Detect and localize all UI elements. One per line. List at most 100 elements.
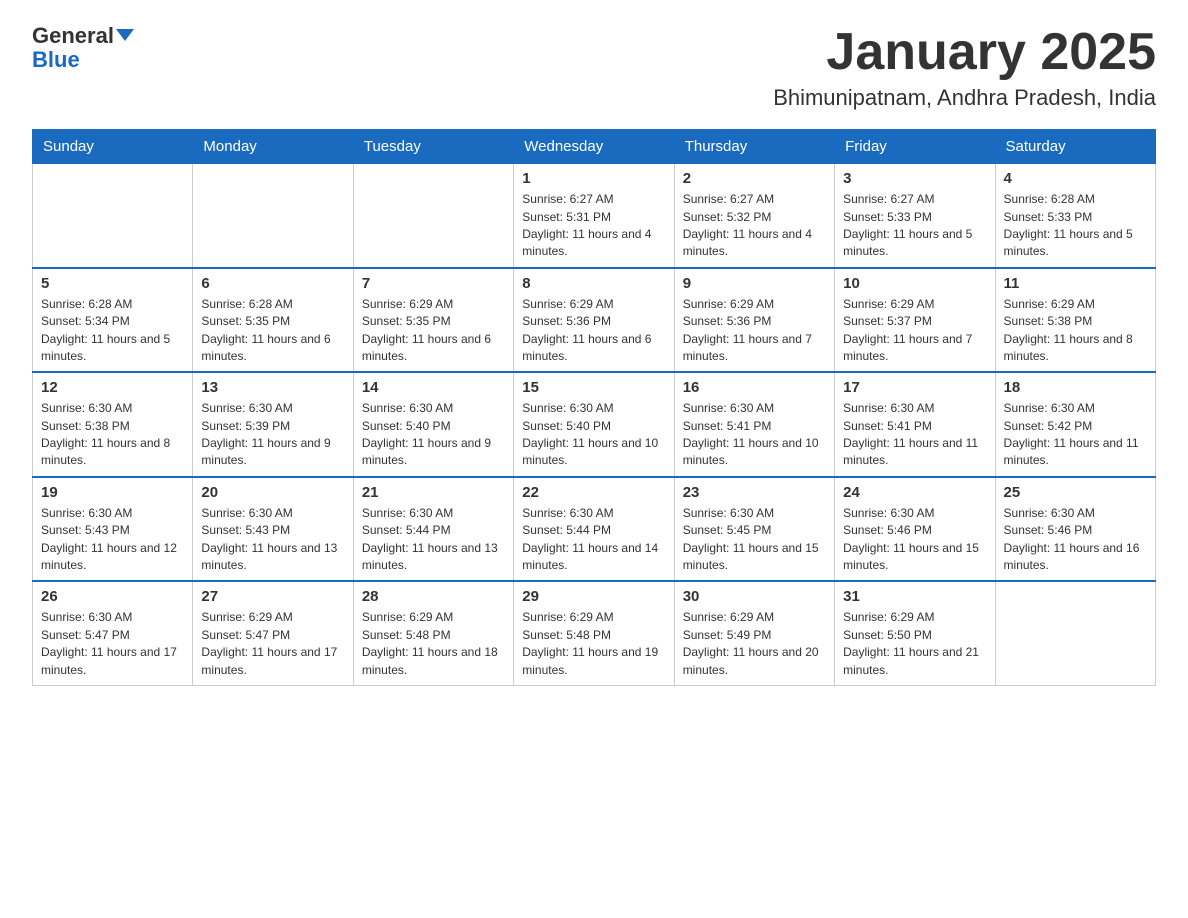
month-title: January 2025 xyxy=(773,24,1156,81)
calendar-cell: 5 Sunrise: 6:28 AM Sunset: 5:34 PM Daylig… xyxy=(33,268,193,373)
calendar-cell: 10Sunrise: 6:29 AM Sunset: 5:37 PM Dayli… xyxy=(835,268,995,373)
day-info: Sunrise: 6:28 AM Sunset: 5:34 PM Dayligh… xyxy=(41,296,184,366)
calendar-header-sunday: Sunday xyxy=(33,130,193,164)
day-number: 22 xyxy=(522,484,665,501)
calendar-cell: 9 Sunrise: 6:29 AM Sunset: 5:36 PM Daylig… xyxy=(674,268,834,373)
day-info: Sunrise: 6:30 AM Sunset: 5:42 PM Dayligh… xyxy=(1004,400,1147,470)
day-info: Sunrise: 6:27 AM Sunset: 5:32 PM Dayligh… xyxy=(683,191,826,261)
day-number: 11 xyxy=(1004,275,1147,292)
day-info: Sunrise: 6:29 AM Sunset: 5:48 PM Dayligh… xyxy=(522,609,665,679)
day-number: 19 xyxy=(41,484,184,501)
calendar-cell: 31Sunrise: 6:29 AM Sunset: 5:50 PM Dayli… xyxy=(835,581,995,685)
calendar-cell: 12Sunrise: 6:30 AM Sunset: 5:38 PM Dayli… xyxy=(33,372,193,477)
calendar-header-monday: Monday xyxy=(193,130,353,164)
logo-text-line1: General xyxy=(32,24,134,48)
day-info: Sunrise: 6:30 AM Sunset: 5:40 PM Dayligh… xyxy=(522,400,665,470)
calendar-header-friday: Friday xyxy=(835,130,995,164)
calendar-cell: 16 Sunrise: 6:30 AM Sunset: 5:41 PM Dayli… xyxy=(674,372,834,477)
day-number: 29 xyxy=(522,588,665,605)
day-info: Sunrise: 6:30 AM Sunset: 5:44 PM Dayligh… xyxy=(362,505,505,575)
page-header: General Blue January 2025 Bhimunipatnam,… xyxy=(32,24,1156,111)
calendar-cell xyxy=(33,164,193,268)
day-number: 30 xyxy=(683,588,826,605)
day-info: Sunrise: 6:29 AM Sunset: 5:48 PM Dayligh… xyxy=(362,609,505,679)
day-number: 7 xyxy=(362,275,505,292)
day-number: 4 xyxy=(1004,170,1147,187)
day-number: 18 xyxy=(1004,379,1147,396)
day-info: Sunrise: 6:30 AM Sunset: 5:46 PM Dayligh… xyxy=(843,505,986,575)
calendar-cell: 15 Sunrise: 6:30 AM Sunset: 5:40 PM Dayli… xyxy=(514,372,674,477)
calendar-cell: 21Sunrise: 6:30 AM Sunset: 5:44 PM Dayli… xyxy=(353,477,513,582)
calendar-cell: 26 Sunrise: 6:30 AM Sunset: 5:47 PM Dayli… xyxy=(33,581,193,685)
day-number: 31 xyxy=(843,588,986,605)
logo-arrow-icon xyxy=(116,29,134,41)
calendar-table: SundayMondayTuesdayWednesdayThursdayFrid… xyxy=(32,129,1156,686)
calendar-cell: 25 Sunrise: 6:30 AM Sunset: 5:46 PM Dayli… xyxy=(995,477,1155,582)
calendar-cell: 18 Sunrise: 6:30 AM Sunset: 5:42 PM Dayli… xyxy=(995,372,1155,477)
day-number: 6 xyxy=(201,275,344,292)
calendar-cell: 11 Sunrise: 6:29 AM Sunset: 5:38 PM Dayli… xyxy=(995,268,1155,373)
day-number: 16 xyxy=(683,379,826,396)
day-info: Sunrise: 6:29 AM Sunset: 5:38 PM Dayligh… xyxy=(1004,296,1147,366)
logo-text-line2: Blue xyxy=(32,48,80,72)
day-number: 25 xyxy=(1004,484,1147,501)
day-info: Sunrise: 6:29 AM Sunset: 5:49 PM Dayligh… xyxy=(683,609,826,679)
calendar-cell: 8Sunrise: 6:29 AM Sunset: 5:36 PM Daylig… xyxy=(514,268,674,373)
calendar-cell: 7 Sunrise: 6:29 AM Sunset: 5:35 PM Daylig… xyxy=(353,268,513,373)
day-info: Sunrise: 6:30 AM Sunset: 5:46 PM Dayligh… xyxy=(1004,505,1147,575)
day-info: Sunrise: 6:30 AM Sunset: 5:41 PM Dayligh… xyxy=(843,400,986,470)
day-info: Sunrise: 6:27 AM Sunset: 5:33 PM Dayligh… xyxy=(843,191,986,261)
day-number: 26 xyxy=(41,588,184,605)
day-info: Sunrise: 6:30 AM Sunset: 5:47 PM Dayligh… xyxy=(41,609,184,679)
calendar-cell: 17 Sunrise: 6:30 AM Sunset: 5:41 PM Dayli… xyxy=(835,372,995,477)
day-info: Sunrise: 6:30 AM Sunset: 5:43 PM Dayligh… xyxy=(201,505,344,575)
day-number: 27 xyxy=(201,588,344,605)
day-info: Sunrise: 6:29 AM Sunset: 5:37 PM Dayligh… xyxy=(843,296,986,366)
day-number: 24 xyxy=(843,484,986,501)
day-number: 3 xyxy=(843,170,986,187)
day-number: 17 xyxy=(843,379,986,396)
day-number: 14 xyxy=(362,379,505,396)
calendar-week-row: 5 Sunrise: 6:28 AM Sunset: 5:34 PM Daylig… xyxy=(33,268,1156,373)
calendar-cell: 28 Sunrise: 6:29 AM Sunset: 5:48 PM Dayli… xyxy=(353,581,513,685)
calendar-header-wednesday: Wednesday xyxy=(514,130,674,164)
calendar-cell xyxy=(193,164,353,268)
day-number: 15 xyxy=(522,379,665,396)
calendar-cell: 27 Sunrise: 6:29 AM Sunset: 5:47 PM Dayli… xyxy=(193,581,353,685)
calendar-cell: 14 Sunrise: 6:30 AM Sunset: 5:40 PM Dayli… xyxy=(353,372,513,477)
day-info: Sunrise: 6:30 AM Sunset: 5:45 PM Dayligh… xyxy=(683,505,826,575)
day-info: Sunrise: 6:30 AM Sunset: 5:41 PM Dayligh… xyxy=(683,400,826,470)
calendar-cell: 20 Sunrise: 6:30 AM Sunset: 5:43 PM Dayli… xyxy=(193,477,353,582)
day-number: 12 xyxy=(41,379,184,396)
calendar-cell: 3 Sunrise: 6:27 AM Sunset: 5:33 PM Daylig… xyxy=(835,164,995,268)
day-info: Sunrise: 6:30 AM Sunset: 5:40 PM Dayligh… xyxy=(362,400,505,470)
day-info: Sunrise: 6:30 AM Sunset: 5:39 PM Dayligh… xyxy=(201,400,344,470)
day-info: Sunrise: 6:28 AM Sunset: 5:35 PM Dayligh… xyxy=(201,296,344,366)
calendar-cell: 13Sunrise: 6:30 AM Sunset: 5:39 PM Dayli… xyxy=(193,372,353,477)
day-info: Sunrise: 6:30 AM Sunset: 5:43 PM Dayligh… xyxy=(41,505,184,575)
calendar-cell: 2Sunrise: 6:27 AM Sunset: 5:32 PM Daylig… xyxy=(674,164,834,268)
day-info: Sunrise: 6:29 AM Sunset: 5:36 PM Dayligh… xyxy=(683,296,826,366)
day-info: Sunrise: 6:27 AM Sunset: 5:31 PM Dayligh… xyxy=(522,191,665,261)
calendar-cell: 24 Sunrise: 6:30 AM Sunset: 5:46 PM Dayli… xyxy=(835,477,995,582)
day-number: 20 xyxy=(201,484,344,501)
calendar-cell: 29 Sunrise: 6:29 AM Sunset: 5:48 PM Dayli… xyxy=(514,581,674,685)
calendar-cell: 22Sunrise: 6:30 AM Sunset: 5:44 PM Dayli… xyxy=(514,477,674,582)
logo: General Blue xyxy=(32,24,134,72)
calendar-cell: 19 Sunrise: 6:30 AM Sunset: 5:43 PM Dayli… xyxy=(33,477,193,582)
calendar-week-row: 26 Sunrise: 6:30 AM Sunset: 5:47 PM Dayli… xyxy=(33,581,1156,685)
calendar-cell xyxy=(995,581,1155,685)
calendar-cell: 6 Sunrise: 6:28 AM Sunset: 5:35 PM Daylig… xyxy=(193,268,353,373)
day-info: Sunrise: 6:29 AM Sunset: 5:36 PM Dayligh… xyxy=(522,296,665,366)
location-title: Bhimunipatnam, Andhra Pradesh, India xyxy=(773,85,1156,111)
day-number: 28 xyxy=(362,588,505,605)
day-number: 1 xyxy=(522,170,665,187)
day-info: Sunrise: 6:29 AM Sunset: 5:47 PM Dayligh… xyxy=(201,609,344,679)
day-number: 9 xyxy=(683,275,826,292)
calendar-cell xyxy=(353,164,513,268)
calendar-cell: 4Sunrise: 6:28 AM Sunset: 5:33 PM Daylig… xyxy=(995,164,1155,268)
calendar-cell: 1 Sunrise: 6:27 AM Sunset: 5:31 PM Daylig… xyxy=(514,164,674,268)
day-number: 5 xyxy=(41,275,184,292)
day-info: Sunrise: 6:29 AM Sunset: 5:35 PM Dayligh… xyxy=(362,296,505,366)
calendar-header-row: SundayMondayTuesdayWednesdayThursdayFrid… xyxy=(33,130,1156,164)
